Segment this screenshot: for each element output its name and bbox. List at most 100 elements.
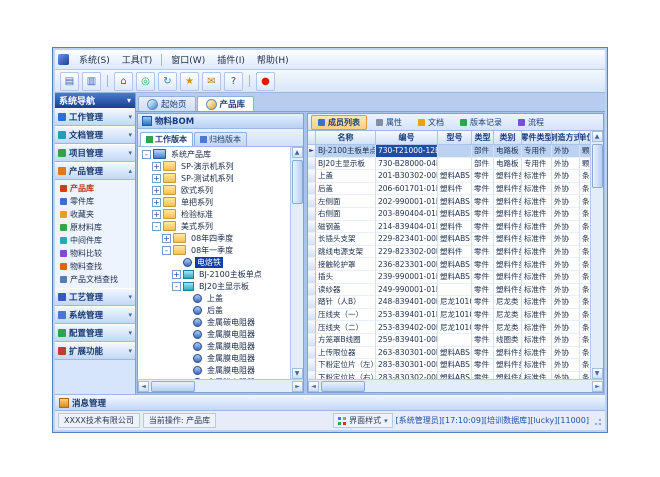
column-header-3[interactable]: 型号 xyxy=(438,131,472,145)
sidebar-item-material-search[interactable]: 物料查找 xyxy=(55,260,135,273)
tab-version-history[interactable]: 版本记录 xyxy=(453,115,509,130)
table-row[interactable]: 磁钢盖214-839404-01E塑料件零件塑料件类标准件外协条 xyxy=(308,221,590,234)
scroll-right-icon[interactable]: ► xyxy=(592,381,603,392)
column-header-2[interactable]: 编号 xyxy=(376,131,438,145)
table-row[interactable]: 左侧面202-990001-01E塑料ABS零件塑料件类标准件外协条 xyxy=(308,195,590,208)
sidebar-group-work-mgmt[interactable]: 工作管理▾ xyxy=(55,108,135,126)
tree-node[interactable]: -08年一季度 xyxy=(138,244,290,256)
sidebar-group-extensions[interactable]: 扩展功能▾ xyxy=(55,342,135,360)
collapse-icon[interactable]: - xyxy=(142,150,151,159)
tree-node[interactable]: +欧式系列 xyxy=(138,184,290,196)
expand-icon[interactable]: + xyxy=(162,234,171,243)
sidebar-item-product-library[interactable]: 产品库 xyxy=(55,182,135,195)
resize-grip[interactable] xyxy=(592,416,602,426)
column-header-8[interactable]: 单位 xyxy=(580,131,590,145)
tree-horizontal-scrollbar[interactable]: ◄ ► xyxy=(138,379,303,392)
scroll-left-icon[interactable]: ◄ xyxy=(138,381,149,392)
sidebar-item-intermediate-library[interactable]: 中间件库 xyxy=(55,234,135,247)
table-row[interactable]: 踏针（人B）248-839401-00E尼龙1010零件尼龙类标准件外协条 xyxy=(308,296,590,309)
table-row[interactable]: 跳线电源支架229-823302-00E塑料件零件塑料件类标准件外协条 xyxy=(308,246,590,259)
table-row[interactable]: 读纱器249-990001-01E零件塑料件类标准件外协条 xyxy=(308,284,590,297)
table-vertical-scrollbar[interactable]: ▲ ▼ xyxy=(590,131,603,379)
menu-item-help[interactable]: 帮助(H) xyxy=(251,51,295,68)
table-row[interactable]: 右侧面203-890404-01E塑料ABS零件塑料件类标准件外协条 xyxy=(308,208,590,221)
sidebar-group-project-mgmt[interactable]: 项目管理▾ xyxy=(55,144,135,162)
sidebar-group-process-mgmt[interactable]: 工艺管理▾ xyxy=(55,288,135,306)
sidebar-group-doc-mgmt[interactable]: 文档管理▾ xyxy=(55,126,135,144)
menu-item-tools[interactable]: 工具(T) xyxy=(116,51,159,68)
sidebar-item-raw-material-library[interactable]: 原材料库 xyxy=(55,221,135,234)
column-header-1[interactable]: 名称 xyxy=(316,131,376,145)
tree-node[interactable]: 金属碳电阻器 xyxy=(138,316,290,328)
scroll-thumb[interactable] xyxy=(292,160,303,204)
column-header-6[interactable]: 零件类型 xyxy=(522,131,552,145)
tab-member-list[interactable]: 成员列表 xyxy=(311,115,367,130)
tab-documents[interactable]: 文档 xyxy=(411,115,451,130)
table-row[interactable]: BJ20主显示板730-B28000-04E部件电路板专用件外协颗 xyxy=(308,158,590,171)
table-row[interactable]: 下粉定位片（右）283-830302-00E塑料ABS零件塑料件类标准件外协条 xyxy=(308,372,590,379)
tree-node[interactable]: 金属膜电阻器 xyxy=(138,352,290,364)
table-row[interactable]: 下粉定位片（左）283-830301-00E塑料ABS零件塑料件类标准件外协条 xyxy=(308,359,590,372)
tree-node[interactable]: -系统产品库 xyxy=(138,148,290,160)
tree-node[interactable]: 金属膜电阻器 xyxy=(138,340,290,352)
tab-product-library[interactable]: 产品库 xyxy=(197,96,255,111)
menu-item-plugins[interactable]: 插件(I) xyxy=(211,51,251,68)
toolbar-button-view-layout[interactable]: ▤ xyxy=(60,72,79,91)
tree-node[interactable]: +单把系列 xyxy=(138,196,290,208)
table-row[interactable]: 后盖206-601701-01E塑料件零件塑料件类标准件外协条 xyxy=(308,183,590,196)
scroll-thumb[interactable] xyxy=(592,144,603,188)
expand-icon[interactable]: + xyxy=(152,210,161,219)
column-header-5[interactable]: 类别 xyxy=(494,131,522,145)
scroll-up-icon[interactable]: ▲ xyxy=(592,131,603,142)
toolbar-button-refresh[interactable]: ↻ xyxy=(158,72,177,91)
message-panel-bar[interactable]: 消息管理 xyxy=(55,394,605,411)
tree-node[interactable]: +08年四季度 xyxy=(138,232,290,244)
tab-start-page[interactable]: 起始页 xyxy=(138,96,196,111)
toolbar-button-help[interactable]: ? xyxy=(224,72,243,91)
tab-properties[interactable]: 属性 xyxy=(369,115,409,130)
sidebar-item-material-compare[interactable]: 物料比较 xyxy=(55,247,135,260)
toolbar-button-mail[interactable]: ✉ xyxy=(202,72,221,91)
tree-node[interactable]: +检验标准 xyxy=(138,208,290,220)
tree-node[interactable]: 上盖 xyxy=(138,292,290,304)
scroll-thumb[interactable] xyxy=(321,381,365,392)
sidebar-item-product-doc-search[interactable]: 产品文档查找 xyxy=(55,273,135,286)
tree-node[interactable]: 电烙铁 xyxy=(138,256,290,268)
table-row[interactable]: 长插头支架229-823401-00E塑料ABS零件塑料件类标准件外协条 xyxy=(308,233,590,246)
menu-item-system[interactable]: 系统(S) xyxy=(73,51,116,68)
scroll-up-icon[interactable]: ▲ xyxy=(292,147,303,158)
sidebar-group-config-mgmt[interactable]: 配置管理▾ xyxy=(55,324,135,342)
sidebar-item-part-library[interactable]: 零件库 xyxy=(55,195,135,208)
tab-archived-version[interactable]: 归档版本 xyxy=(194,132,247,146)
sidebar-item-favorites[interactable]: 收藏夹 xyxy=(55,208,135,221)
collapse-icon[interactable]: - xyxy=(172,282,181,291)
menu-item-window[interactable]: 窗口(W) xyxy=(165,51,211,68)
table-row[interactable]: ►BJ-2100主板单点730-T21000-12E部件电路板专用件外协颗 xyxy=(308,145,590,158)
expand-icon[interactable]: + xyxy=(152,174,161,183)
tab-workflow[interactable]: 流程 xyxy=(511,115,551,130)
table-row[interactable]: 插头239-990001-01E塑料ABS零件塑料件类标准件外协条 xyxy=(308,271,590,284)
tree-node[interactable]: 后盖 xyxy=(138,304,290,316)
tree-node[interactable]: -美式系列 xyxy=(138,220,290,232)
table-row[interactable]: 压线夹（一）253-839401-01E尼龙1010零件尼龙类标准件外协条 xyxy=(308,309,590,322)
table-row[interactable]: 接触轮护罩236-823301-00E塑料ABS零件塑料件类标准件外协条 xyxy=(308,258,590,271)
toolbar-button-exit[interactable]: ● xyxy=(256,72,275,91)
scroll-thumb[interactable] xyxy=(151,381,195,392)
scroll-down-icon[interactable]: ▼ xyxy=(592,368,603,379)
toolbar-button-search[interactable]: ◎ xyxy=(136,72,155,91)
tree-node[interactable]: 金属膜电阻器 xyxy=(138,328,290,340)
column-header-7[interactable]: 制造方式 xyxy=(552,131,580,145)
ui-style-selector[interactable]: 界面样式 ▾ xyxy=(333,413,393,428)
table-row[interactable]: 压线夹（二）253-839402-00E尼龙1010零件尼龙类标准件外协条 xyxy=(308,321,590,334)
tree-node[interactable]: 金属膜电阻器 xyxy=(138,364,290,376)
chevron-down-icon[interactable]: ▾ xyxy=(127,96,131,105)
collapse-icon[interactable]: - xyxy=(152,222,161,231)
toolbar-button-favorites[interactable]: ★ xyxy=(180,72,199,91)
scroll-right-icon[interactable]: ► xyxy=(292,381,303,392)
scroll-left-icon[interactable]: ◄ xyxy=(308,381,319,392)
table-row[interactable]: 方笼罩B线圈259-839401-00E零件线圈类标准件外协条 xyxy=(308,334,590,347)
table-row[interactable]: 上传限位器263-830301-00E塑料ABS零件塑料件类标准件外协条 xyxy=(308,347,590,360)
table-horizontal-scrollbar[interactable]: ◄ ► xyxy=(308,379,603,392)
expand-icon[interactable]: + xyxy=(152,198,161,207)
tree-node[interactable]: +BJ-2100主板单点 xyxy=(138,268,290,280)
